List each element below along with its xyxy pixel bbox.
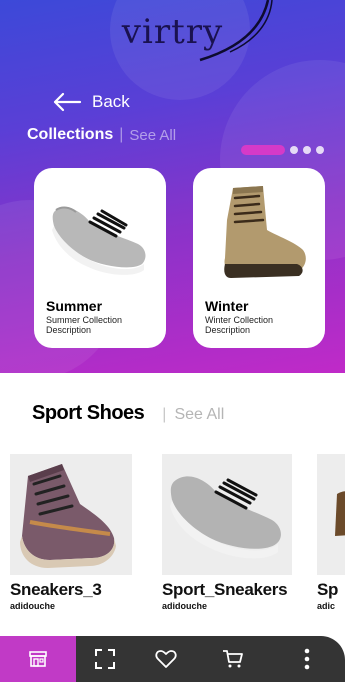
cart-icon: [222, 648, 244, 670]
product-card-sport-sneakers[interactable]: Sport_Sneakers adidouche: [162, 454, 292, 611]
collection-description: Winter Collection Description: [205, 315, 274, 335]
product-brand: adidouche: [10, 601, 56, 611]
back-button[interactable]: Back: [52, 92, 130, 112]
store-icon: [28, 649, 48, 669]
nav-cart[interactable]: [198, 636, 268, 682]
divider: |: [119, 126, 124, 143]
nav-store[interactable]: [0, 636, 76, 682]
pager-dot-active[interactable]: [241, 145, 285, 155]
product-name: Sport_Sneakers: [162, 580, 288, 599]
bottom-navigation: [0, 636, 345, 682]
product-image: [162, 454, 292, 575]
nav-more[interactable]: [268, 636, 345, 682]
boot-image: [224, 186, 306, 278]
collections-header: Collections | See All: [27, 126, 176, 144]
collections-title: Collections: [27, 126, 114, 143]
product-brand: adidouche: [162, 601, 208, 611]
collection-card-summer[interactable]: Summer Summer Collection Description: [34, 168, 166, 348]
nav-favorites[interactable]: [134, 636, 198, 682]
product-brand: adic: [317, 601, 336, 611]
divider: |: [162, 406, 167, 423]
shoe-image: [335, 491, 345, 536]
sport-shoes-header: Sport Shoes | See All: [32, 402, 224, 425]
high-top-sneaker-image: [20, 464, 116, 568]
fullscreen-icon: [94, 648, 116, 670]
carousel-pager: [241, 145, 324, 155]
collections-see-all-link[interactable]: See All: [129, 127, 176, 144]
product-name: Sneakers_3: [10, 580, 102, 599]
more-vertical-icon: [304, 647, 310, 671]
sneaker-image: [170, 476, 281, 559]
pager-dot[interactable]: [303, 146, 311, 154]
brand-logo: virtry: [121, 12, 224, 52]
product-image: [317, 454, 345, 575]
pager-dot[interactable]: [316, 146, 324, 154]
product-card-sneakers-3[interactable]: Sneakers_3 adidouche: [10, 454, 132, 611]
product-name: Sp: [317, 580, 339, 599]
section-title: Sport Shoes: [32, 402, 145, 424]
collection-name: Winter: [205, 298, 249, 314]
collection-card-winter[interactable]: Winter Winter Collection Description: [193, 168, 325, 348]
sneaker-image: [52, 206, 146, 275]
arrow-left-icon: [52, 92, 82, 112]
nav-fullscreen[interactable]: [76, 636, 134, 682]
collection-name: Summer: [46, 298, 103, 314]
product-image: [10, 454, 132, 575]
back-label: Back: [92, 92, 130, 111]
collection-description: Summer Collection Description: [46, 315, 123, 335]
hero-banner: virtry Back Collections | See All Summer…: [0, 0, 345, 373]
heart-icon: [155, 649, 177, 669]
pager-dot[interactable]: [290, 146, 298, 154]
sport-see-all-link[interactable]: See All: [174, 406, 224, 424]
product-card-partial[interactable]: Sp adic: [317, 454, 345, 611]
